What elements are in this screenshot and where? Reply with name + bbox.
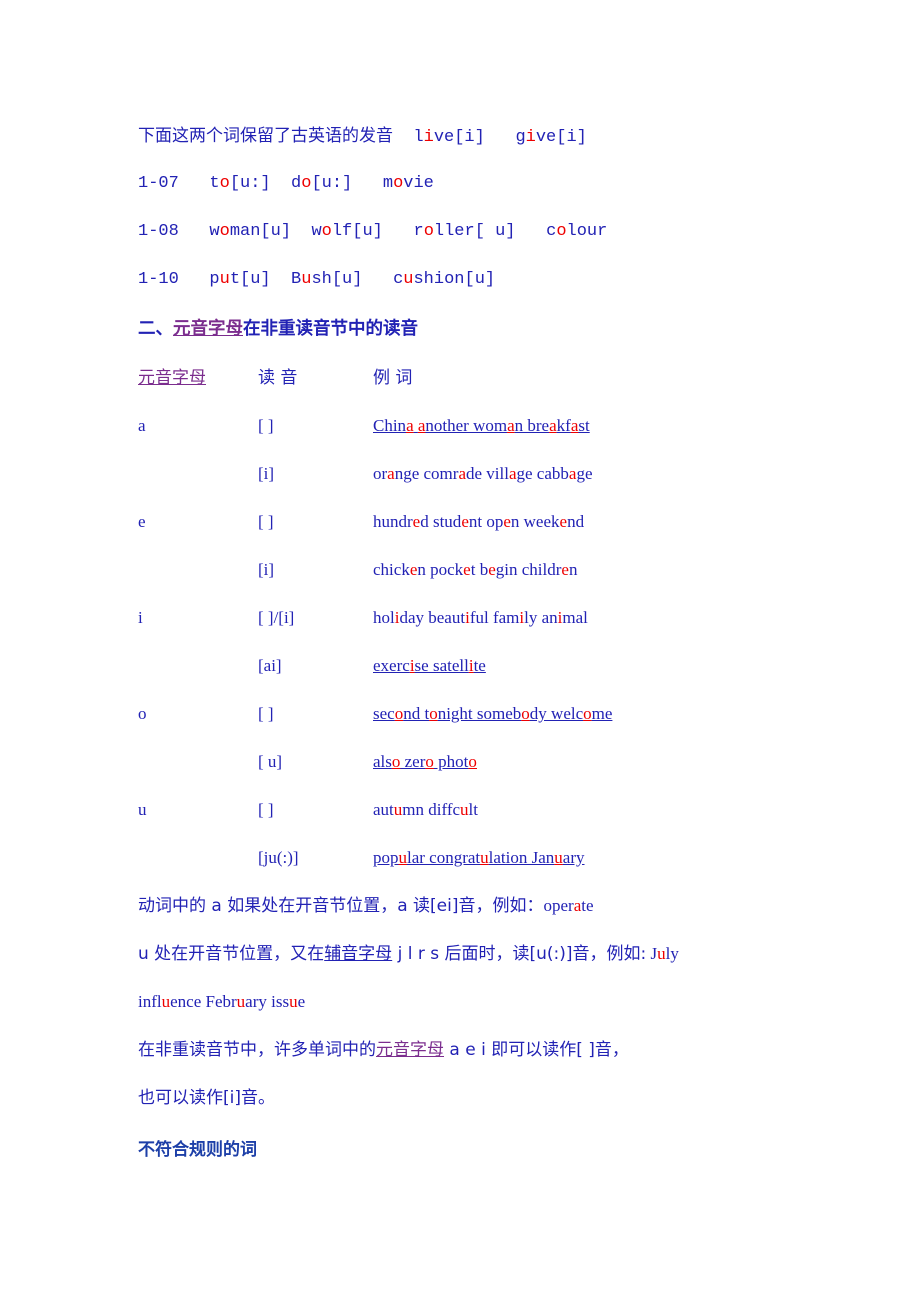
cell-example-words: China another woman breakfast	[373, 416, 590, 435]
cell-phonetic-sound: [ ]/[i]	[258, 608, 295, 627]
document-page: 下面这两个词保留了古英语的发音 live[i] give[i] 1-07 to[…	[0, 0, 920, 1302]
cell-example-words: hundred student open weekend	[373, 512, 585, 531]
example-word-issue: issue	[271, 992, 306, 1011]
pronunciation-word: Bush[u]	[291, 270, 363, 289]
cell-example-words: holiday beautiful family animal	[373, 608, 588, 627]
example-word-february: February	[205, 992, 267, 1011]
table-row: a [ ] China another woman breakfast	[138, 402, 838, 450]
cell-phonetic-sound: [i]	[258, 560, 275, 579]
pronunciation-word: woman[u]	[209, 222, 292, 241]
cell-vowel-letter	[138, 738, 258, 786]
cell-vowel-letter: i	[138, 608, 143, 627]
pronunciation-word: cushion[u]	[393, 270, 496, 289]
note-paragraph-5: 也可以读作[i]音。	[138, 1088, 275, 1108]
table-row: [ai] exercise satellite	[138, 642, 838, 690]
cell-example-words: popular congratulation January	[373, 848, 585, 867]
cell-example-words: chicken pocket begin children	[373, 560, 578, 579]
example-word-live: live[i]	[413, 128, 485, 147]
pronunciation-row-label: 1-08	[138, 222, 179, 241]
header-cell-letter: 元音字母	[138, 368, 206, 388]
note-paragraph-3: influence February issue	[138, 978, 838, 1026]
section-number: 二、	[138, 319, 173, 339]
cell-example-words: exercise satellite	[373, 656, 486, 675]
cell-phonetic-sound: [ ]	[258, 704, 274, 723]
cell-phonetic-sound: [ju(:)]	[258, 848, 299, 867]
cell-vowel-letter	[138, 642, 258, 690]
cell-example-words: orange comrade village cabbage	[373, 464, 593, 483]
example-word-give: give[i]	[515, 128, 587, 147]
cell-example-words: also zero photo	[373, 752, 477, 771]
table-row: [i] orange comrade village cabbage	[138, 450, 838, 498]
pronunciation-row: 1-07 to[u:] do[u:] movie	[138, 160, 838, 208]
cell-vowel-letter	[138, 546, 258, 594]
pronunciation-word: wolf[u]	[311, 222, 383, 241]
cell-example-words: autumn diffcult	[373, 800, 478, 819]
intro-line: 下面这两个词保留了古英语的发音 live[i] give[i]	[138, 112, 838, 160]
cell-phonetic-sound: [ ]	[258, 512, 274, 531]
pronunciation-word: put[u]	[209, 270, 271, 289]
cell-phonetic-sound: [i]	[258, 464, 275, 483]
section-heading-highlight: 元音字母	[173, 319, 243, 339]
header-cell-sound: 读 音	[258, 368, 298, 388]
pronunciation-row-label: 1-10	[138, 270, 179, 289]
section-heading: 二、元音字母在非重读音节中的读音	[138, 306, 838, 354]
vowel-letters-term: 元音字母	[376, 1040, 444, 1060]
cell-vowel-letter: u	[138, 800, 147, 819]
note-paragraph-2: u 处在开音节位置，又在辅音字母 j l r s 后面时，读[u(:)]音，例如…	[138, 944, 679, 964]
pronunciation-word: do[u:]	[291, 174, 353, 193]
note-paragraph-1: 动词中的 a 如果处在开音节位置，a 读[ei]音，例如：operate	[138, 896, 594, 916]
vowel-pronunciation-table: 元音字母 读 音 例 词 a [ ] China another woman bre…	[138, 354, 838, 882]
cell-phonetic-sound: [ u]	[258, 752, 283, 771]
intro-lead-text: 下面这两个词保留了古英语的发音	[138, 126, 393, 146]
cell-vowel-letter	[138, 834, 258, 882]
table-row: o [ ] second tonight somebody welcome	[138, 690, 838, 738]
cell-vowel-letter	[138, 450, 258, 498]
table-row: i [ ]/[i] holiday beautiful family animal	[138, 594, 838, 642]
table-body: a [ ] China another woman breakfast [i] oran…	[138, 402, 838, 882]
table-row: [ u] also zero photo	[138, 738, 838, 786]
pronunciation-word: movie	[382, 174, 434, 193]
header-cell-examples: 例 词	[373, 368, 413, 388]
table-row: e [ ] hundred student open weekend	[138, 498, 838, 546]
cell-phonetic-sound: [ ]	[258, 800, 274, 819]
pronunciation-word: colour	[546, 222, 608, 241]
pronunciation-row: 1-08 woman[u] wolf[u] roller[ u] colour	[138, 208, 838, 256]
pronunciation-word: to[u:]	[209, 174, 271, 193]
cell-vowel-letter: e	[138, 512, 146, 531]
cell-phonetic-sound: [ ]	[258, 416, 274, 435]
pronunciation-list: 1-07 to[u:] do[u:] movie 1-08 woman[u] wo…	[138, 160, 838, 304]
example-word-influence: influence	[138, 992, 202, 1011]
table-row: [ju(:)] popular congratulation January	[138, 834, 838, 882]
table-row: u [ ] autumn diffcult	[138, 786, 838, 834]
example-word-july: July	[650, 944, 679, 963]
section-heading-rest: 在非重读音节中的读音	[243, 319, 418, 339]
pronunciation-row: 1-10 put[u] Bush[u] cushion[u]	[138, 256, 838, 304]
table-header-row: 元音字母 读 音 例 词	[138, 354, 838, 402]
exceptions-heading: 不符合规则的词	[138, 1140, 257, 1160]
pronunciation-word: roller[ u]	[413, 222, 516, 241]
note-paragraph-4: 在非重读音节中，许多单词中的元音字母 a e i 即可以读作[ ]音，	[138, 1040, 629, 1060]
pronunciation-row-label: 1-07	[138, 174, 179, 193]
table-row: [i] chicken pocket begin children	[138, 546, 838, 594]
document-content: 下面这两个词保留了古英语的发音 live[i] give[i] 1-07 to[…	[138, 112, 838, 1174]
cell-phonetic-sound: [ai]	[258, 656, 282, 675]
cell-vowel-letter: o	[138, 704, 147, 723]
example-word-operate: operate	[543, 896, 594, 915]
consonant-letters-term: 辅音字母	[324, 944, 393, 964]
cell-vowel-letter: a	[138, 416, 146, 435]
cell-example-words: second tonight somebody welcome	[373, 704, 613, 723]
